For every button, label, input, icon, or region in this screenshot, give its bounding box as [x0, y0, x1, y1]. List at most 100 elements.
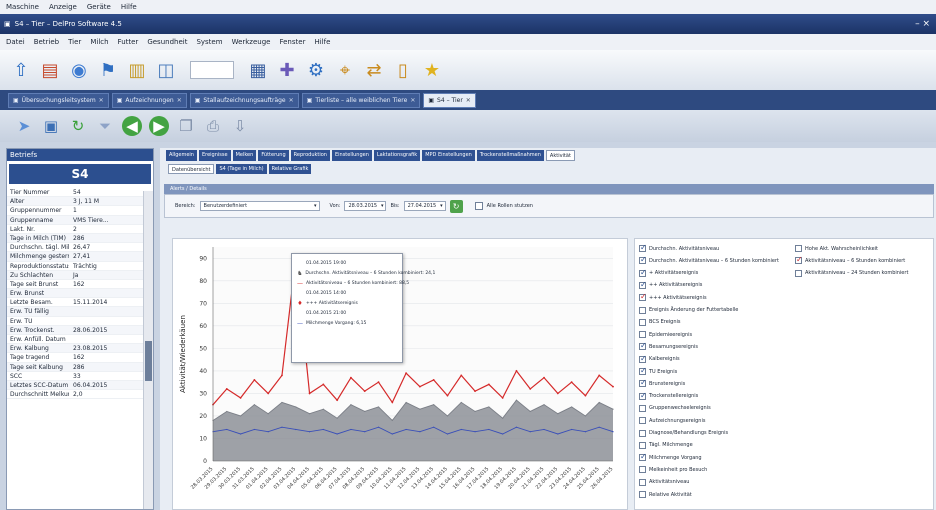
- legend-checkbox[interactable]: [639, 243, 647, 252]
- content-tab[interactable]: Trockenstellmaßnahmen: [476, 150, 544, 161]
- legend-item[interactable]: Ereignis Änderung der Futtertabelle: [639, 306, 738, 314]
- menu-item[interactable]: Tier: [68, 38, 81, 46]
- feeding-icon[interactable]: ⚑: [95, 57, 121, 83]
- content-tab[interactable]: Reproduktion: [290, 150, 330, 161]
- cow-arrow-icon[interactable]: ⇧: [8, 57, 34, 83]
- window-close-button[interactable]: – ×: [915, 19, 930, 29]
- close-tab-icon[interactable]: ✕: [177, 97, 182, 104]
- legend-checkbox[interactable]: [639, 404, 646, 412]
- legend-checkbox[interactable]: [639, 391, 647, 400]
- range-select[interactable]: Benutzerdefiniert ▾: [199, 201, 320, 211]
- legend-checkbox[interactable]: [639, 331, 646, 339]
- legend-checkbox[interactable]: [639, 292, 647, 302]
- legend-checkbox[interactable]: [795, 245, 802, 252]
- legend-item[interactable]: Durchschn. Aktivitätsniveau: [639, 243, 719, 252]
- star-icon[interactable]: ★: [419, 57, 445, 83]
- panel-scrollbar[interactable]: [143, 191, 153, 509]
- animal-list-icon[interactable]: ▤: [37, 57, 63, 83]
- menu-item[interactable]: Futter: [118, 38, 139, 46]
- print-icon[interactable]: ⎙: [203, 116, 223, 136]
- legend-item[interactable]: Besamungsereignis: [639, 341, 698, 351]
- content-tab[interactable]: Einstellungen: [331, 150, 372, 161]
- menu-item[interactable]: Fenster: [279, 38, 305, 46]
- content-tab[interactable]: Allgemein: [166, 150, 197, 161]
- legend-item[interactable]: Relative Aktivität: [639, 491, 692, 498]
- legend-checkbox[interactable]: [639, 366, 647, 375]
- document-tab[interactable]: ▣ Tierliste – alle weiblichen Tiere ✕: [301, 92, 421, 108]
- to-date-input[interactable]: 27.04.2015 ▾: [403, 201, 446, 211]
- legend-item[interactable]: TU Ereignis: [639, 366, 677, 375]
- close-tab-icon[interactable]: ✕: [410, 97, 415, 104]
- legend-checkbox[interactable]: [639, 429, 646, 437]
- legend-item[interactable]: Gruppenwechselereignis: [639, 404, 711, 412]
- legend-item[interactable]: Tägl. Milchmenge: [639, 441, 693, 449]
- legend-item[interactable]: Aktivitätsniveau – 24 Stunden kombiniert: [795, 269, 908, 277]
- filter-icon[interactable]: ⏷: [95, 116, 115, 136]
- legend-item[interactable]: Aktivitätsniveau: [639, 478, 689, 486]
- legend-checkbox[interactable]: [639, 341, 647, 351]
- legend-checkbox[interactable]: [639, 452, 647, 462]
- activity-chart[interactable]: 0 10 20 30 40 50 60 70 80 90 28.03.2015 29.03.2015 3…: [172, 238, 628, 510]
- refresh-chart-button[interactable]: ↻: [449, 199, 463, 213]
- legend-item[interactable]: +++ Aktivitätsereignis: [639, 292, 707, 302]
- system-menu-item[interactable]: Anzeige: [49, 3, 77, 11]
- content-tab[interactable]: MPD Einstellungen: [422, 150, 475, 161]
- location-icon[interactable]: ⌖: [332, 57, 358, 83]
- content-tab[interactable]: Melken: [232, 150, 257, 161]
- document-tab[interactable]: ▣ Stallaufzeichnungsaufträge ✕: [189, 92, 299, 108]
- save-icon[interactable]: ▣: [41, 116, 61, 136]
- legend-item[interactable]: Melkeinheit pro Besuch: [639, 466, 707, 474]
- legend-checkbox[interactable]: [639, 466, 646, 474]
- content-tab[interactable]: Aktivität: [545, 150, 575, 161]
- menu-item[interactable]: Werkzeuge: [232, 38, 271, 46]
- legend-checkbox[interactable]: [639, 268, 647, 277]
- legend-item[interactable]: + Aktivitätsereignis: [639, 268, 698, 277]
- document-tab[interactable]: ▣ Aufzeichnungen ✕: [111, 92, 187, 108]
- legend-checkbox[interactable]: [639, 478, 646, 486]
- legend-item[interactable]: Aufzeichnungsereignis: [639, 417, 705, 425]
- legend-item[interactable]: BCS Ereignis: [639, 318, 681, 326]
- document-icon[interactable]: ▯: [390, 57, 416, 83]
- content-tab[interactable]: Laktationsgrafik: [373, 150, 421, 161]
- animal-search-input[interactable]: [190, 61, 234, 79]
- refresh-icon[interactable]: ↻: [68, 116, 88, 136]
- legend-item[interactable]: Kalbereignis: [639, 354, 680, 363]
- legend-checkbox[interactable]: [639, 491, 646, 498]
- legend-checkbox[interactable]: [639, 280, 647, 289]
- close-tab-icon[interactable]: ✕: [289, 97, 294, 104]
- legend-checkbox[interactable]: [639, 306, 646, 314]
- legend-checkbox[interactable]: [639, 417, 646, 425]
- legend-item[interactable]: Trockenstellereignis: [639, 391, 698, 400]
- milking-icon[interactable]: ◉: [66, 57, 92, 83]
- menu-item[interactable]: System: [196, 38, 222, 46]
- clip-rolls-checkbox[interactable]: [474, 202, 483, 210]
- export-icon[interactable]: ⇩: [230, 116, 250, 136]
- document-tab[interactable]: ▣ S4 – Tier ✕: [423, 92, 476, 108]
- system-menu-item[interactable]: Maschine: [6, 3, 39, 11]
- menu-item[interactable]: Betrieb: [34, 38, 59, 46]
- legend-checkbox[interactable]: [639, 354, 647, 363]
- next-icon[interactable]: ▶: [149, 116, 169, 136]
- content-tab[interactable]: Ereignisse: [198, 150, 231, 161]
- system-menu-item[interactable]: Hilfe: [121, 3, 137, 11]
- scroll-thumb[interactable]: [145, 341, 152, 381]
- legend-item[interactable]: Brunstereignis: [639, 378, 685, 388]
- back-icon[interactable]: ➤: [14, 116, 34, 136]
- legend-item[interactable]: Milchmenge Vorgang: [639, 452, 702, 462]
- menu-item[interactable]: Gesundheit: [147, 38, 187, 46]
- sub-tab[interactable]: Datenübersicht: [168, 164, 215, 174]
- menu-item[interactable]: Milch: [90, 38, 108, 46]
- legend-item[interactable]: Durchschn. Aktivitätsniveau – 6 Stunden …: [639, 255, 779, 265]
- legend-checkbox[interactable]: [639, 318, 646, 326]
- legend-checkbox[interactable]: [795, 255, 803, 265]
- from-date-input[interactable]: 28.03.2015 ▾: [344, 201, 387, 211]
- legend-item[interactable]: ++ Aktivitätsereignis: [639, 280, 702, 289]
- legend-checkbox[interactable]: [639, 255, 647, 265]
- legend-item[interactable]: Diagnose/Behandlungs Ereignis: [639, 429, 728, 437]
- transfer-icon[interactable]: ⇄: [361, 57, 387, 83]
- health-icon[interactable]: ✚: [274, 57, 300, 83]
- document-tab[interactable]: ▣ Übersuchungsleitsystem ✕: [8, 92, 109, 108]
- close-tab-icon[interactable]: ✕: [466, 97, 471, 104]
- previous-icon[interactable]: ◀: [122, 116, 142, 136]
- legend-checkbox[interactable]: [639, 378, 647, 388]
